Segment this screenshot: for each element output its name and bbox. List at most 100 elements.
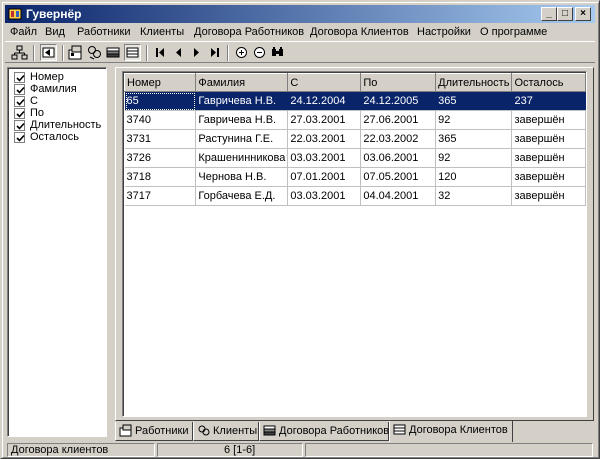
worker-contracts-icon[interactable]: [105, 44, 122, 61]
checkbox[interactable]: [14, 108, 25, 119]
checkbox[interactable]: [14, 120, 25, 131]
cell-to[interactable]: 22.03.2002: [360, 129, 437, 149]
cell-duration[interactable]: 92: [435, 110, 513, 130]
back-icon[interactable]: [40, 44, 57, 61]
menu-settings[interactable]: Настройки: [415, 24, 473, 40]
remove-record-icon[interactable]: [251, 44, 268, 61]
menu-bar: Файл Вид Работники Клиенты Договора Рабо…: [5, 24, 595, 40]
cell-remaining[interactable]: завершён: [511, 129, 586, 149]
cell-to[interactable]: 27.06.2001: [360, 110, 437, 130]
cell-from[interactable]: 22.03.2001: [287, 129, 362, 149]
maximize-button[interactable]: □: [557, 7, 573, 21]
cell-surname[interactable]: Чернова Н.В.: [195, 167, 289, 187]
worker-contracts-icon: [263, 424, 277, 437]
column-header-duration[interactable]: Длительность: [435, 73, 513, 92]
next-record-icon[interactable]: [188, 44, 205, 61]
cell-from[interactable]: 07.01.2001: [287, 167, 362, 187]
tab-client-contracts[interactable]: Договора Клиентов: [389, 421, 513, 442]
minimize-button[interactable]: _: [541, 7, 557, 21]
cell-surname[interactable]: Гавричева Н.В.: [195, 110, 289, 130]
prev-record-icon[interactable]: [170, 44, 187, 61]
table-row[interactable]: 65 Гавричева Н.В. 24.12.2004 24.12.2005 …: [124, 91, 586, 111]
first-record-icon[interactable]: [152, 44, 169, 61]
table-row[interactable]: 3717 Горбачева Е.Д. 03.03.2001 04.04.200…: [124, 186, 586, 206]
column-header-remaining[interactable]: Осталось: [511, 73, 586, 92]
client-contracts-icon: [393, 423, 407, 436]
contracts-table: Номер Фамилия С По Длительность Осталось…: [124, 73, 586, 206]
last-record-icon[interactable]: [206, 44, 223, 61]
cell-duration[interactable]: 32: [435, 186, 513, 206]
cell-to[interactable]: 24.12.2005: [360, 91, 437, 111]
tab-label: Договора Клиентов: [409, 424, 508, 436]
column-header-surname[interactable]: Фамилия: [195, 73, 289, 92]
checkbox[interactable]: [14, 96, 25, 107]
checkbox[interactable]: [14, 72, 25, 83]
client-contracts-icon[interactable]: [124, 44, 141, 61]
tab-worker-contracts[interactable]: Договора Работников: [259, 422, 389, 441]
column-header-to[interactable]: По: [360, 73, 437, 92]
add-record-icon[interactable]: [233, 44, 250, 61]
cell-remaining[interactable]: завершён: [511, 167, 586, 187]
cell-duration[interactable]: 120: [435, 167, 513, 187]
cell-duration[interactable]: 365: [435, 129, 513, 149]
checkbox[interactable]: [14, 132, 25, 143]
cell-number[interactable]: 65: [124, 91, 197, 111]
cell-from[interactable]: 03.03.2001: [287, 148, 362, 168]
table-row[interactable]: 3740 Гавричева Н.В. 27.03.2001 27.06.200…: [124, 110, 586, 130]
cell-surname[interactable]: Горбачева Е.Д.: [195, 186, 289, 206]
cell-surname[interactable]: Крашенинникова: [195, 148, 289, 168]
table-row[interactable]: 3726 Крашенинникова 03.03.2001 03.06.200…: [124, 148, 586, 168]
toolbar: [5, 41, 595, 63]
menu-clients[interactable]: Клиенты: [138, 24, 186, 40]
menu-file[interactable]: Файл: [8, 24, 39, 40]
cell-duration[interactable]: 92: [435, 148, 513, 168]
checkbox[interactable]: [14, 84, 25, 95]
tab-label: Договора Работников: [279, 425, 390, 437]
column-header-number[interactable]: Номер: [124, 73, 197, 92]
cell-number[interactable]: 3718: [124, 167, 197, 187]
cell-duration[interactable]: 365: [435, 91, 513, 111]
status-bar: Договора клиентов 6 [1-6]: [5, 443, 595, 457]
cell-remaining[interactable]: завершён: [511, 148, 586, 168]
clients-icon[interactable]: [86, 44, 103, 61]
cell-number[interactable]: 3726: [124, 148, 197, 168]
cell-number[interactable]: 3740: [124, 110, 197, 130]
cell-to[interactable]: 03.06.2001: [360, 148, 437, 168]
cell-from[interactable]: 24.12.2004: [287, 91, 362, 111]
cell-remaining[interactable]: завершён: [511, 110, 586, 130]
title-bar[interactable]: Гувернёр _ □ ×: [5, 5, 595, 23]
checkbox-label: По: [30, 107, 45, 119]
menu-workers[interactable]: Работники: [75, 24, 132, 40]
workers-icon[interactable]: [67, 44, 84, 61]
tab-label: Клиенты: [213, 425, 258, 437]
cell-remaining[interactable]: 237: [511, 91, 586, 111]
cell-surname[interactable]: Гавричева Н.В.: [195, 91, 289, 111]
cell-number[interactable]: 3731: [124, 129, 197, 149]
column-header-from[interactable]: С: [287, 73, 362, 92]
cell-number[interactable]: 3717: [124, 186, 197, 206]
checkbox-label: С: [30, 95, 38, 107]
menu-view[interactable]: Вид: [43, 24, 67, 40]
status-extra: [305, 443, 593, 457]
menu-worker-contracts[interactable]: Договора Работников: [192, 24, 306, 40]
close-button[interactable]: ×: [575, 7, 591, 21]
tab-clients[interactable]: Клиенты: [193, 422, 259, 441]
checkbox-label: Номер: [30, 71, 64, 83]
app-icon: [8, 7, 22, 21]
checkbox-label: Длительность: [30, 119, 102, 131]
cell-from[interactable]: 27.03.2001: [287, 110, 362, 130]
menu-client-contracts[interactable]: Договора Клиентов: [308, 24, 411, 40]
tab-workers[interactable]: Работники: [115, 422, 193, 441]
cell-to[interactable]: 07.05.2001: [360, 167, 437, 187]
cell-surname[interactable]: Растунина Г.Е.: [195, 129, 289, 149]
cell-to[interactable]: 04.04.2001: [360, 186, 437, 206]
main-window: Гувернёр _ □ × Файл Вид Работники Клиент…: [0, 0, 600, 459]
search-icon[interactable]: [269, 44, 286, 61]
table-row[interactable]: 3718 Чернова Н.В. 07.01.2001 07.05.2001 …: [124, 167, 586, 187]
cell-remaining[interactable]: завершён: [511, 186, 586, 206]
cell-from[interactable]: 03.03.2001: [287, 186, 362, 206]
tree-icon[interactable]: [11, 44, 28, 61]
contracts-grid[interactable]: Номер Фамилия С По Длительность Осталось…: [122, 71, 587, 417]
menu-about[interactable]: О программе: [478, 24, 549, 40]
table-row[interactable]: 3731 Растунина Г.Е. 22.03.2001 22.03.200…: [124, 129, 586, 149]
